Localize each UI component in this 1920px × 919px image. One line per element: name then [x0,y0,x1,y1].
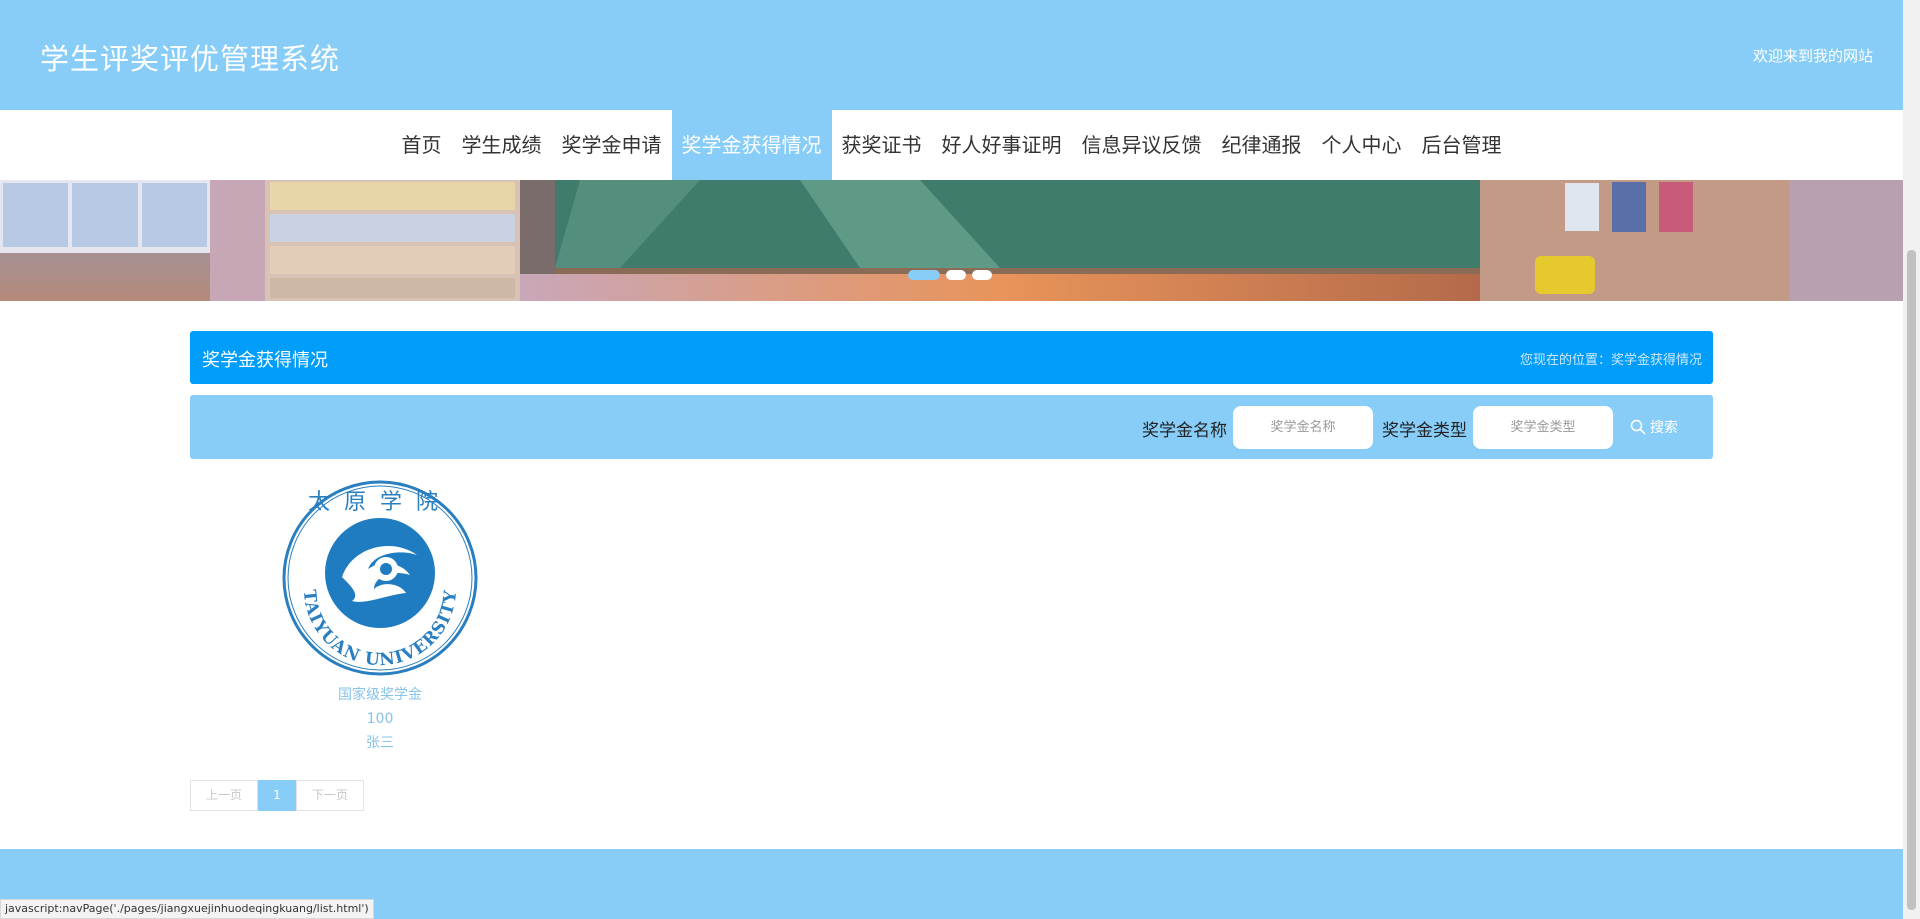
search-button[interactable]: 搜索 [1630,416,1678,438]
nav-item-discipline[interactable]: 纪律通报 [1212,110,1312,180]
search-button-label: 搜索 [1650,420,1678,436]
nav-item-grades[interactable]: 学生成绩 [452,110,552,180]
next-page-button[interactable]: 下一页 [296,780,364,811]
prev-page-button[interactable]: 上一页 [190,780,258,811]
banner-carousel[interactable] [0,180,1903,301]
welcome-text: 欢迎来到我的网站 [1752,47,1873,65]
scholarship-amount: 100 [366,711,394,727]
breadcrumb: 您现在的位置：奖学金获得情况 [1519,353,1702,368]
nav-item-home[interactable]: 首页 [392,110,452,180]
nav-item-scholarship-apply[interactable]: 奖学金申请 [552,110,672,180]
nav-item-scholarship-awarded[interactable]: 奖学金获得情况 [671,110,832,180]
nav-item-certificates[interactable]: 获奖证书 [832,110,932,180]
carousel-dot-1[interactable] [908,270,940,280]
page: 学生评奖评优管理系统 欢迎来到我的网站 首页 学生成绩 奖学金申请 奖学金获得情… [0,0,1920,919]
main-nav: 首页 学生成绩 奖学金申请 奖学金获得情况 获奖证书 好人好事证明 信息异议反馈… [0,110,1903,180]
nav-item-feedback[interactable]: 信息异议反馈 [1072,110,1212,180]
search-bar: 奖学金名称 奖学金类型 搜索 [190,395,1713,459]
carousel-dot-3[interactable] [972,270,992,280]
browser-status-bar: javascript:navPage('./pages/jiangxuejinh… [0,899,374,919]
scholarship-type-input[interactable] [1473,406,1613,449]
carousel-dots [908,270,992,280]
classroom-banner-image [0,180,1903,301]
section-title: 奖学金获得情况 [202,350,328,371]
site-header: 学生评奖评优管理系统 欢迎来到我的网站 [0,0,1903,110]
pagination: 上一页 1 下一页 [190,780,364,811]
nav-item-profile[interactable]: 个人中心 [1312,110,1412,180]
current-page-button[interactable]: 1 [258,780,296,811]
search-icon [1630,419,1646,435]
nav-item-good-deeds[interactable]: 好人好事证明 [932,110,1072,180]
scholarship-type-label: 奖学金类型 [1382,421,1467,441]
scholarship-name-label: 奖学金名称 [1142,421,1227,441]
vertical-scrollbar[interactable] [1903,0,1920,919]
scrollbar-thumb[interactable] [1907,250,1916,910]
list-item[interactable]: TAIYUAN UNIVERSITY 太原学院 国家级奖学金 100 张三 [282,477,478,755]
site-title: 学生评奖评优管理系统 [40,42,341,76]
section-header: 奖学金获得情况 您现在的位置：奖学金获得情况 [190,331,1713,384]
nav-item-admin[interactable]: 后台管理 [1412,110,1512,180]
svg-text:太原学院: 太原学院 [308,490,452,515]
carousel-dot-2[interactable] [946,270,966,280]
student-name: 张三 [366,735,394,751]
taiyuan-university-logo: TAIYUAN UNIVERSITY 太原学院 [282,480,478,676]
scholarship-name-input[interactable] [1233,406,1373,449]
scholarship-name: 国家级奖学金 [338,687,422,703]
